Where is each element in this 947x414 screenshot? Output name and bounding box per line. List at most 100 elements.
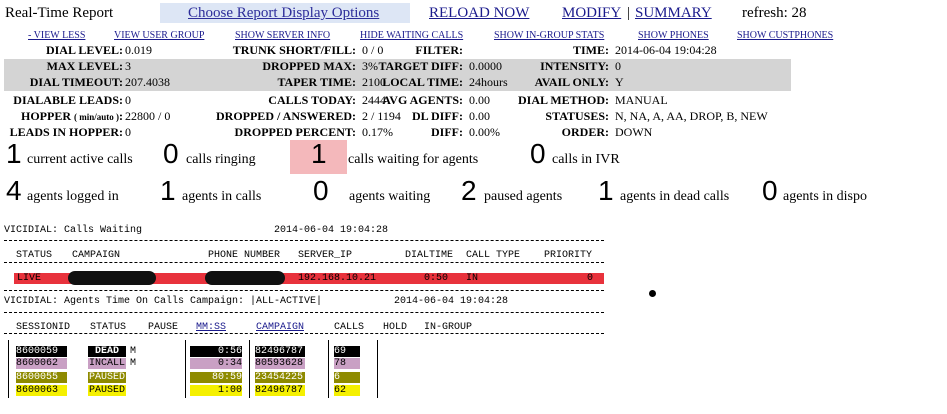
agent-row-flag: M [130, 346, 137, 357]
calls-ringing-count: 0 [163, 138, 179, 169]
agent-row-session: 8600059 [16, 346, 67, 357]
link-separator: | [627, 5, 631, 21]
filter-label: FILTER: [415, 43, 463, 57]
agent-row-status: PAUSED [88, 372, 126, 383]
agent-row-campaign: 23454225 [255, 372, 305, 383]
paused-agents-count: 2 [461, 175, 477, 206]
calls-today-label: CALLS TODAY: [268, 93, 356, 107]
waiting-header-priority: PRIORITY [544, 250, 593, 261]
agent-row-mmss: 80:59 [190, 372, 242, 383]
agents-col-sep [185, 340, 186, 398]
display-options-link[interactable]: Choose Report Display Options [188, 5, 379, 22]
active-calls-count: 1 [6, 138, 22, 169]
hopper-label-sub: ( min/auto ) [74, 112, 119, 122]
agent-row-mmss: 0:34 [190, 358, 242, 369]
mouse-cursor-icon [649, 290, 656, 297]
hopper-label-text: HOPPER [21, 109, 71, 123]
time-label: TIME: [573, 43, 609, 57]
leads-in-hopper-value: 0 [125, 125, 131, 139]
agent-row-calls: 6 [334, 372, 360, 383]
taper-time-label: TAPER TIME: [277, 75, 356, 89]
waiting-header-calltype: CALL TYPE [466, 250, 521, 261]
time-value: 2014-06-04 19:04:28 [615, 43, 717, 57]
hopper-label: HOPPER ( min/auto ): [21, 109, 123, 124]
dl-diff-value: 0.00 [469, 109, 490, 123]
agents-header-ingroup: IN-GROUP [424, 322, 473, 333]
redacted-phone [205, 271, 285, 285]
dial-level-label: DIAL LEVEL: [45, 43, 123, 57]
modify-link[interactable]: MODIFY [562, 5, 621, 22]
dial-timeout-label: DIAL TIMEOUT: [29, 75, 123, 89]
waiting-header-status: STATUS [16, 250, 53, 261]
paused-agents-text: paused agents [484, 189, 563, 204]
agent-row-campaign: 80593628 [255, 358, 305, 369]
target-diff-label: TARGET DIFF: [378, 59, 463, 73]
agents-in-calls-text: agents in calls [182, 189, 262, 204]
waiting-header-phone: PHONE NUMBER [208, 250, 281, 261]
waiting-header-campaign: CAMPAIGN [72, 250, 121, 261]
max-level-value: 3 [125, 59, 131, 73]
show-in-group-stats-link[interactable]: SHOW IN-GROUP STATS [494, 30, 604, 41]
waiting-row-priority: 0 [587, 273, 594, 284]
hopper-value: 22800 / 0 [125, 109, 171, 123]
target-diff-value: 0.0000 [469, 59, 502, 73]
report-title: Real-Time Report [5, 5, 114, 21]
waiting-table-timestamp: 2014-06-04 19:04:28 [274, 225, 389, 236]
summary-link[interactable]: SUMMARY [635, 5, 712, 22]
reload-now-link[interactable]: RELOAD NOW [429, 5, 529, 22]
hopper-label-colon: : [119, 109, 123, 123]
agents-dead-calls-text: agents in dead calls [620, 189, 730, 204]
agents-logged-in-count: 4 [6, 175, 22, 206]
trunk-value: 0 / 0 [362, 43, 384, 57]
avg-agents-label: AVG AGENTS: [382, 93, 463, 107]
agent-row-calls: 69 [334, 346, 360, 357]
agents-header-mmss[interactable]: MM:SS [196, 322, 226, 333]
waiting-table-rule-top [4, 240, 604, 241]
agents-dispo-text: agents in dispo [783, 189, 867, 204]
show-server-info-link[interactable]: SHOW SERVER INFO [235, 30, 330, 41]
dropped-max-value: 3% [362, 59, 378, 73]
hide-waiting-calls-link[interactable]: HIDE WAITING CALLS [360, 30, 463, 41]
agent-row-campaign: 82496787 [255, 385, 305, 396]
view-user-group-link[interactable]: VIEW USER GROUP [114, 30, 204, 41]
waiting-table-rule-mid [4, 262, 604, 263]
avail-only-value: Y [615, 75, 624, 89]
agents-col-sep [8, 340, 9, 398]
agents-header-status: STATUS [90, 322, 127, 333]
dropped-answered-value: 2 / 1194 [362, 109, 401, 123]
waiting-header-server: SERVER_IP [298, 250, 353, 261]
intensity-label: INTENSITY: [540, 59, 609, 73]
local-time-label: LOCAL TIME: [382, 75, 463, 89]
show-phones-link[interactable]: SHOW PHONES [638, 30, 709, 41]
show-custphones-link[interactable]: SHOW CUSTPHONES [737, 30, 833, 41]
dial-timeout-value: 207.4038 [125, 75, 170, 89]
diff-value: 0.00% [469, 125, 500, 139]
dropped-percent-label: DROPPED PERCENT: [234, 125, 356, 139]
active-calls-text: current active calls [27, 152, 133, 167]
calls-ivr-text: calls in IVR [552, 152, 620, 167]
leads-in-hopper-label: LEADS IN HOPPER: [9, 125, 123, 139]
waiting-header-dialtime: DIALTIME [405, 250, 454, 261]
dial-method-label: DIAL METHOD: [517, 93, 609, 107]
redacted-campaign [68, 271, 156, 285]
calls-waiting-text: calls waiting for agents [348, 152, 479, 167]
dl-diff-label: DL DIFF: [412, 109, 463, 123]
trunk-label: TRUNK SHORT/FILL: [232, 43, 356, 57]
dropped-max-label: DROPPED MAX: [262, 59, 356, 73]
agents-header-campaign[interactable]: CAMPAIGN [256, 322, 304, 333]
avg-agents-value: 0.00 [469, 93, 490, 107]
agent-row-mmss: 0:56 [190, 346, 242, 357]
agents-col-sep [377, 340, 378, 398]
dropped-percent-value: 0.17% [362, 125, 393, 139]
agents-in-calls-count: 1 [160, 175, 176, 206]
agent-row-status: DEAD [88, 346, 126, 357]
statuses-label: STATUSES: [545, 109, 609, 123]
waiting-row-calltype: IN [466, 273, 479, 284]
agents-header-hold: HOLD [383, 322, 408, 333]
waiting-row-server: 192.168.10.21 [298, 273, 377, 284]
dialable-leads-label: DIALABLE LEADS: [13, 93, 123, 107]
max-level-label: MAX LEVEL: [46, 59, 123, 73]
waiting-row-status: LIVE [17, 273, 42, 284]
agents-table-rule-top [4, 312, 604, 313]
view-less-link[interactable]: - VIEW LESS [28, 30, 85, 41]
